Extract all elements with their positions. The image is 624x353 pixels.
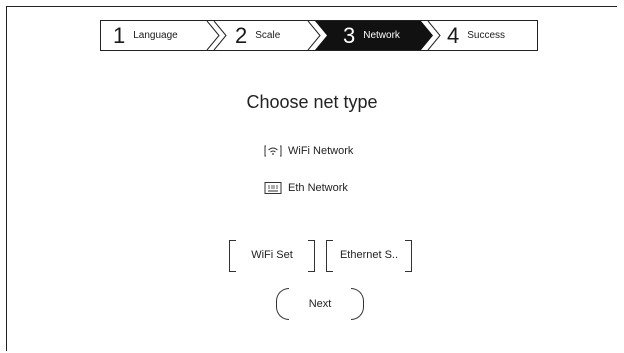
ethernet-set-button[interactable]: Ethernet S.. <box>326 240 412 272</box>
step-success[interactable]: 4 Success <box>447 21 505 50</box>
step-label: Success <box>467 30 506 41</box>
option-label: WiFi Network <box>288 145 354 157</box>
setup-stepper: 1 Language 2 Scale 3 Network 4 Success <box>100 20 538 51</box>
option-eth-network[interactable]: Eth Network <box>264 181 348 195</box>
step-number: 3 <box>343 23 356 48</box>
ethernet-icon <box>264 181 282 195</box>
button-label: Ethernet S.. <box>339 249 399 261</box>
bracket-right <box>405 240 412 272</box>
step-network[interactable]: 3 Network <box>343 21 400 50</box>
step-language[interactable]: 1 Language <box>113 21 178 50</box>
bracket-left <box>276 288 289 320</box>
page-title: Choose net type <box>246 92 378 112</box>
option-label: Eth Network <box>288 182 348 194</box>
bracket-right <box>351 288 364 320</box>
step-number: 2 <box>235 23 248 48</box>
button-label: WiFi Set <box>251 249 293 261</box>
step-label: Network <box>363 30 400 41</box>
bracket-left <box>229 240 236 272</box>
wifi-icon <box>264 144 282 158</box>
step-number: 4 <box>447 23 460 48</box>
next-button[interactable]: Next <box>276 288 364 320</box>
step-number: 1 <box>113 23 126 48</box>
bracket-right <box>308 240 315 272</box>
bracket-left <box>326 240 333 272</box>
step-scale[interactable]: 2 Scale <box>235 21 280 50</box>
step-label: Scale <box>255 30 281 41</box>
option-wifi-network[interactable]: WiFi Network <box>264 144 353 158</box>
wifi-set-button[interactable]: WiFi Set <box>229 240 315 272</box>
step-label: Language <box>133 30 178 41</box>
button-label: Next <box>308 298 332 310</box>
